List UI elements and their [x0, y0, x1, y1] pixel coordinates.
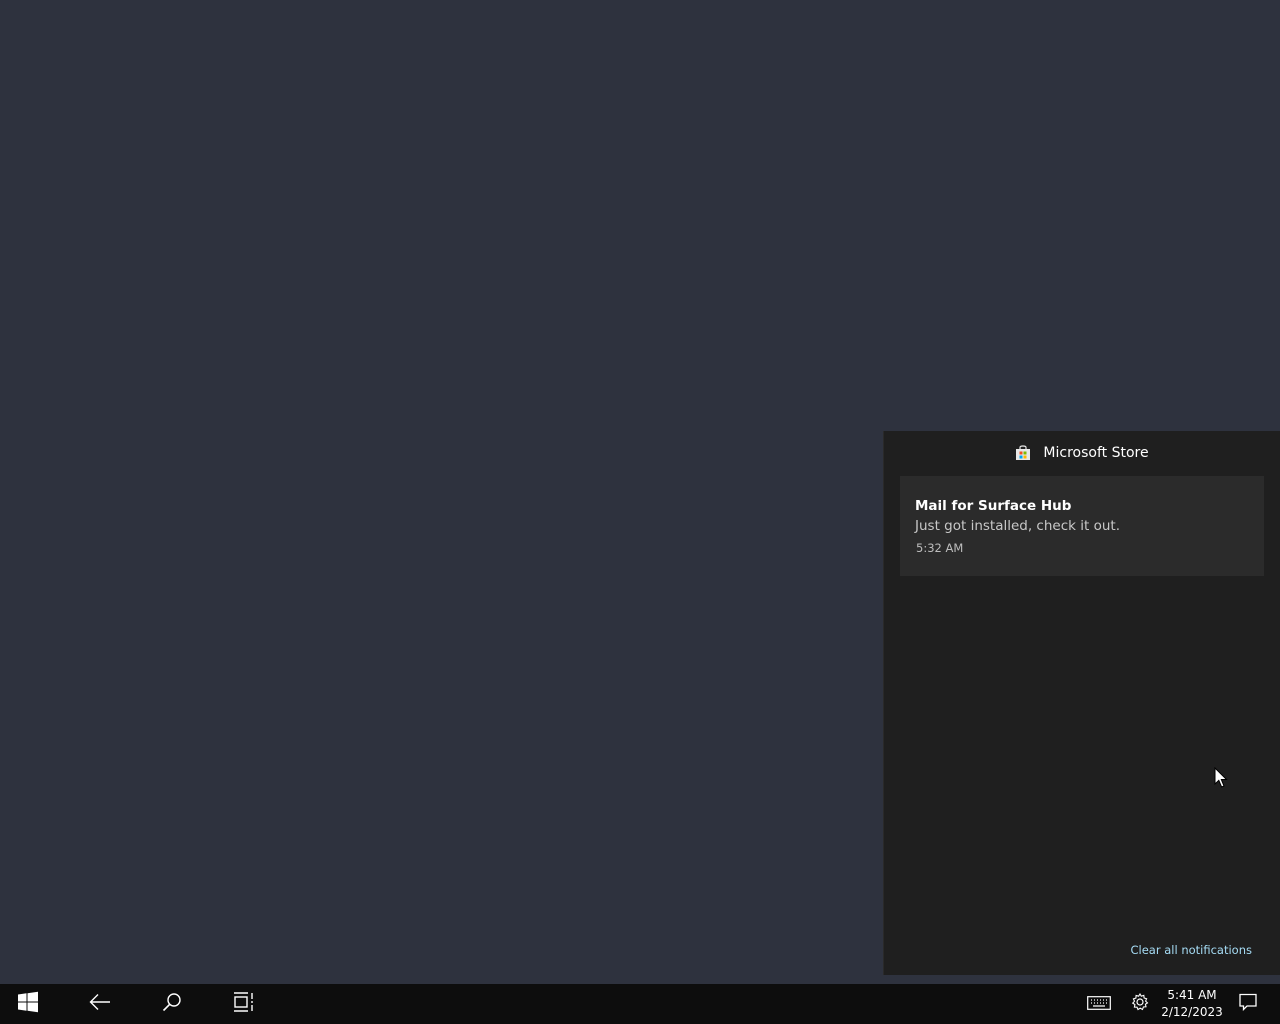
- touch-keyboard-icon: [1087, 995, 1111, 1014]
- gear-icon: [1131, 992, 1149, 1015]
- taskbar: 5:41 AM 2/12/2023: [0, 984, 1280, 1024]
- clear-all-notifications-link[interactable]: Clear all notifications: [1131, 943, 1253, 957]
- notification-card[interactable]: Mail for Surface Hub Just got installed,…: [900, 476, 1264, 576]
- notification-group-header[interactable]: Microsoft Store: [884, 443, 1280, 463]
- search-icon: [162, 992, 182, 1016]
- taskbar-clock[interactable]: 5:41 AM 2/12/2023: [1158, 987, 1226, 1021]
- task-view-button[interactable]: [216, 984, 272, 1024]
- action-center-icon: [1239, 993, 1257, 1015]
- back-button[interactable]: [72, 984, 128, 1024]
- microsoft-store-icon: [1015, 445, 1031, 461]
- notification-body: Just got installed, check it out.: [915, 518, 1120, 534]
- clock-date: 2/12/2023: [1161, 1005, 1223, 1019]
- action-center-panel: Microsoft Store Mail for Surface Hub Jus…: [884, 431, 1280, 975]
- back-arrow-icon: [89, 993, 111, 1015]
- notification-group-title: Microsoft Store: [1043, 445, 1149, 461]
- action-center-button[interactable]: [1232, 984, 1264, 1024]
- settings-button[interactable]: [1126, 984, 1154, 1024]
- clock-time: 5:41 AM: [1167, 988, 1217, 1002]
- search-button[interactable]: [144, 984, 200, 1024]
- mouse-pointer-icon: [1214, 766, 1228, 789]
- start-button[interactable]: [0, 984, 56, 1024]
- windows-logo-icon: [17, 991, 39, 1017]
- notification-time: 5:32 AM: [916, 541, 964, 555]
- task-view-icon: [233, 992, 255, 1016]
- notification-title: Mail for Surface Hub: [915, 498, 1072, 514]
- touch-keyboard-button[interactable]: [1084, 984, 1114, 1024]
